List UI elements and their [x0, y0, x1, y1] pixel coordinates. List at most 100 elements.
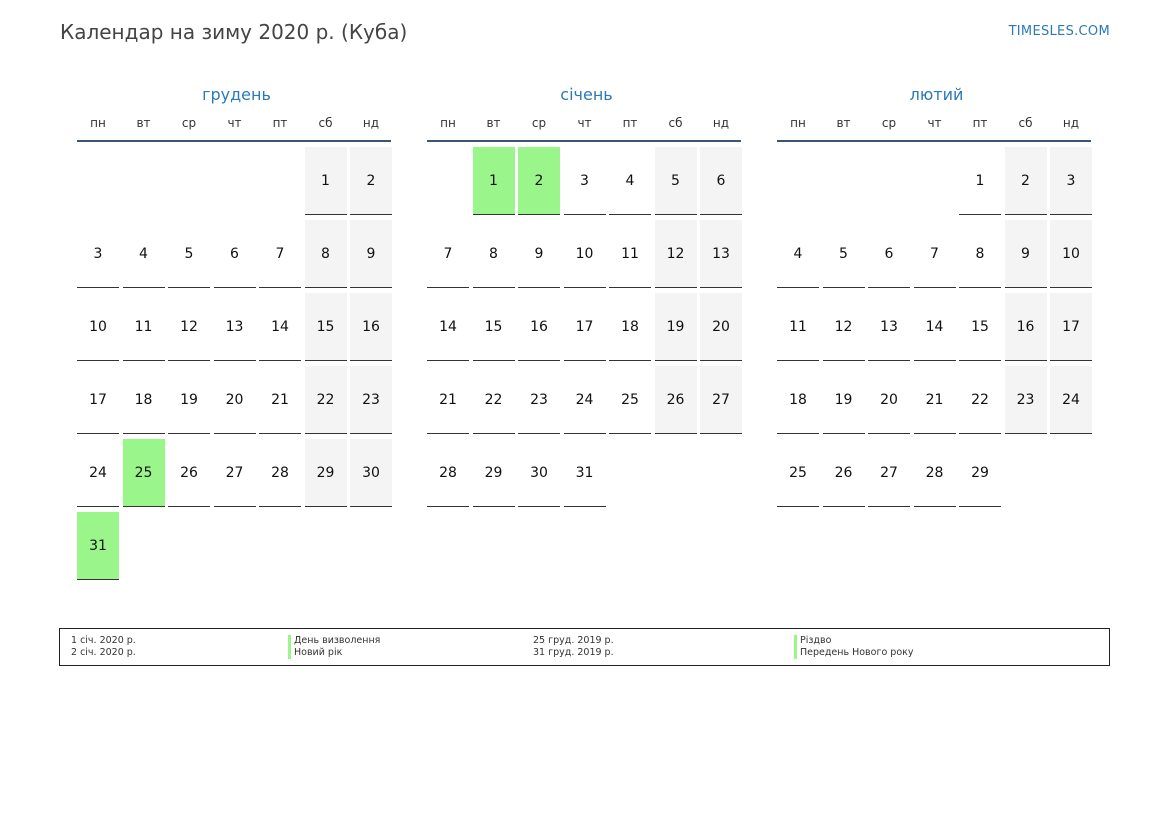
- holiday-legend: 1 січ. 2020 р. 2 січ. 2020 р. День визво…: [59, 628, 1110, 666]
- day-cell: 6: [213, 220, 256, 288]
- day-cell: 9: [1004, 220, 1047, 288]
- day-cell: 15: [472, 293, 515, 361]
- day-cell: 8: [959, 220, 1001, 288]
- day-cell: 16: [518, 293, 560, 361]
- legend-date: 25 груд. 2019 р.: [533, 635, 614, 646]
- day-cell: 26: [654, 366, 697, 434]
- day-cell: 5: [654, 147, 697, 215]
- day-cell: 31: [77, 512, 119, 580]
- day-cell: 25: [777, 439, 819, 507]
- month-january: січень пн вт ср чт пт сб нд 1 2 3 4 5 6 7 8 9 10 11 12 13 1…: [427, 84, 749, 582]
- weekday-label: нд: [712, 116, 730, 130]
- weekday-label: ср: [181, 116, 197, 130]
- day-cell: 3: [563, 147, 606, 215]
- day-cell: 3: [77, 220, 119, 288]
- day-cell: 5: [822, 220, 865, 288]
- weekday-label: нд: [362, 116, 380, 130]
- day-cell: 20: [213, 366, 256, 434]
- day-cell: 21: [427, 366, 469, 434]
- weekday-label: пн: [90, 116, 106, 130]
- day-cell: 20: [868, 366, 910, 434]
- day-cell: 20: [700, 293, 742, 361]
- day-cell: 16: [350, 293, 392, 361]
- day-cell: 25: [609, 366, 651, 434]
- day-cell: 30: [350, 439, 392, 507]
- day-cell: 27: [700, 366, 742, 434]
- weekday-label: пн: [790, 116, 806, 130]
- weekday-label: ср: [531, 116, 547, 130]
- day-cell: 6: [868, 220, 910, 288]
- day-cell: 9: [350, 220, 392, 288]
- day-cell: 15: [304, 293, 347, 361]
- weekday-label: сб: [318, 116, 333, 130]
- weekday-label: вт: [836, 116, 851, 130]
- month-title: січень: [560, 85, 613, 104]
- weekday-label: вт: [136, 116, 151, 130]
- day-cell: 8: [472, 220, 515, 288]
- day-cell: 10: [1050, 220, 1092, 288]
- legend-date: 2 січ. 2020 р.: [71, 647, 136, 658]
- weekday-label: сб: [1018, 116, 1033, 130]
- legend-holiday-name: Передень Нового року: [794, 647, 914, 659]
- weekday-header: пн вт ср чт пт сб нд: [427, 116, 741, 142]
- day-cell: 10: [77, 293, 119, 361]
- day-grid: 1 2 3 4 5 6 7 8 9 10 11 12 13 14 15 16 17 18 19 20 21 22 23 24 2…: [427, 142, 747, 582]
- day-cell: 11: [777, 293, 819, 361]
- weekday-label: чт: [577, 116, 592, 130]
- month-february: лютий пн вт ср чт пт сб нд 1 2 3 4 5 6 7 8 9 10 11 12 13 14…: [777, 84, 1099, 582]
- day-cell: 21: [259, 366, 301, 434]
- day-cell: 17: [1050, 293, 1092, 361]
- day-cell: 7: [427, 220, 469, 288]
- weekday-label: ср: [881, 116, 897, 130]
- weekday-header: пн вт ср чт пт сб нд: [77, 116, 391, 142]
- day-grid: 1 2 3 4 5 6 7 8 9 10 11 12 13 14 15 16 17 18 19 20 21 22 23 24 2…: [77, 142, 397, 582]
- day-cell: 19: [168, 366, 210, 434]
- day-cell: 6: [700, 147, 742, 215]
- day-cell: 17: [563, 293, 606, 361]
- day-cell: 12: [822, 293, 865, 361]
- legend-date: 31 груд. 2019 р.: [533, 647, 614, 658]
- day-cell: 4: [609, 147, 651, 215]
- day-cell: 10: [563, 220, 606, 288]
- day-cell: 18: [777, 366, 819, 434]
- day-cell: 12: [654, 220, 697, 288]
- day-cell: 31: [563, 439, 606, 507]
- day-cell: 2: [350, 147, 392, 215]
- weekday-label: пт: [972, 116, 988, 130]
- day-cell: 13: [700, 220, 742, 288]
- day-cell: 27: [868, 439, 910, 507]
- day-cell: 1: [959, 147, 1001, 215]
- day-cell: 13: [213, 293, 256, 361]
- day-cell: 29: [304, 439, 347, 507]
- day-cell: 1: [304, 147, 347, 215]
- legend-holiday-name: День визволення: [288, 635, 380, 647]
- weekday-header: пн вт ср чт пт сб нд: [777, 116, 1091, 142]
- day-cell: 8: [304, 220, 347, 288]
- day-cell: 27: [213, 439, 256, 507]
- day-cell: 22: [959, 366, 1001, 434]
- legend-holiday-name: Новий рік: [288, 647, 342, 659]
- weekday-label: вт: [486, 116, 501, 130]
- day-cell: 23: [518, 366, 560, 434]
- day-cell: 25: [122, 439, 165, 507]
- day-cell: 5: [168, 220, 210, 288]
- day-cell: 24: [563, 366, 606, 434]
- day-cell: 16: [1004, 293, 1047, 361]
- day-cell: 4: [122, 220, 165, 288]
- day-cell: 19: [654, 293, 697, 361]
- day-cell: 7: [259, 220, 301, 288]
- day-cell: 29: [959, 439, 1001, 507]
- day-cell: 13: [868, 293, 910, 361]
- weekday-label: нд: [1062, 116, 1080, 130]
- day-cell: 11: [122, 293, 165, 361]
- legend-date: 1 січ. 2020 р.: [71, 635, 136, 646]
- day-cell: 14: [427, 293, 469, 361]
- day-cell: 30: [518, 439, 560, 507]
- day-cell: 2: [518, 147, 560, 215]
- day-cell: 14: [259, 293, 301, 361]
- day-cell: 3: [1050, 147, 1092, 215]
- day-cell: 26: [822, 439, 865, 507]
- day-cell: 9: [518, 220, 560, 288]
- day-cell: 28: [427, 439, 469, 507]
- weekday-label: пт: [272, 116, 288, 130]
